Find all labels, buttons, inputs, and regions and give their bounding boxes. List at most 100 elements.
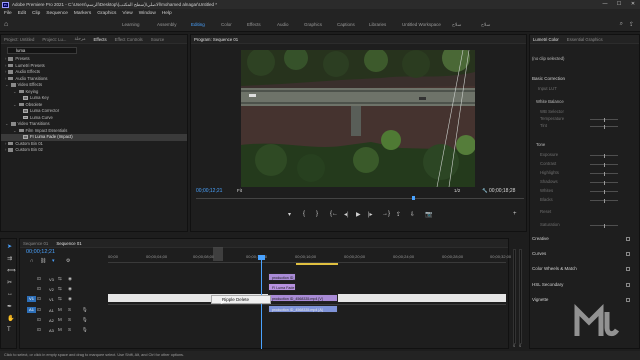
workspace-tab-custom-1[interactable]: سلاح	[452, 22, 461, 28]
tab-program[interactable]: Program: Sequence 01	[194, 37, 238, 42]
quality-dropdown[interactable]: 1/2	[454, 188, 460, 193]
workspace-tab-learning[interactable]: Learning	[122, 22, 140, 27]
program-playhead[interactable]	[412, 196, 415, 200]
highlights-slider[interactable]	[590, 171, 618, 176]
menu-view[interactable]: View	[122, 11, 132, 16]
extract-button[interactable]: ⇩	[410, 211, 415, 218]
section-curves[interactable]: Curves	[532, 251, 546, 256]
clip-v2-luma-fade[interactable]: FI Luma Fade (Imp...	[268, 283, 296, 291]
sync-lock-icon[interactable]: ⇆	[58, 296, 62, 302]
program-scrubber[interactable]	[196, 198, 524, 199]
pen-tool-icon[interactable]: ✒	[7, 303, 12, 310]
lock-icon[interactable]: ⊡	[37, 307, 41, 313]
maximize-button[interactable]: ☐	[612, 0, 626, 9]
workspace-tab-untitled[interactable]: Untitled Workspace	[402, 22, 441, 27]
menu-graphics[interactable]: Graphics	[97, 11, 116, 16]
tab-sequence-01[interactable]: Sequence 01	[23, 241, 48, 246]
menu-file[interactable]: File	[4, 11, 12, 16]
track-select-tool-icon[interactable]: ⇉	[7, 255, 12, 262]
mute-button[interactable]: M	[58, 307, 62, 312]
color-wheels-checkbox[interactable]	[626, 267, 630, 271]
clip-v1[interactable]: production ID_4568335.mp4 [V]	[268, 294, 338, 302]
tab-essential-graphics[interactable]: Essential Graphics	[567, 37, 603, 42]
add-marker-icon[interactable]: ▾	[52, 258, 55, 264]
workspace-tab-effects[interactable]: Effects	[247, 22, 261, 27]
step-forward-button[interactable]: |▸	[368, 211, 373, 218]
menu-markers[interactable]: Markers	[74, 11, 91, 16]
share-icon[interactable]: ⇪	[629, 21, 634, 28]
curves-checkbox[interactable]	[626, 252, 630, 256]
hand-tool-icon[interactable]: ✋	[7, 315, 14, 322]
solo-button[interactable]: S	[68, 307, 71, 312]
work-area-marker[interactable]	[213, 247, 223, 261]
lock-icon[interactable]: ⊡	[37, 296, 41, 302]
snap-icon[interactable]: ∩	[30, 258, 34, 264]
tab-sequence-01-active[interactable]: Sequence 01	[56, 241, 81, 246]
section-vignette[interactable]: Vignette	[532, 297, 548, 302]
section-color-wheels[interactable]: Color Wheels & Match	[532, 266, 577, 271]
tab-project-untitled[interactable]: Project: Untitled	[4, 37, 34, 42]
solo-button[interactable]: S	[68, 317, 71, 322]
microphone-icon[interactable]: 🎙	[82, 317, 88, 323]
close-button[interactable]: ✕	[626, 0, 640, 9]
workspace-tab-audio[interactable]: Audio	[277, 22, 289, 27]
export-frame-button[interactable]: 📷	[425, 211, 432, 218]
menu-sequence[interactable]: Sequence	[46, 11, 68, 16]
reset-button[interactable]: Reset	[540, 209, 551, 214]
sync-lock-icon[interactable]: ⇆	[58, 286, 62, 292]
tab-lumetri-color[interactable]: Lumetri Color	[533, 37, 559, 42]
eye-icon[interactable]: ◉	[68, 296, 72, 302]
play-button[interactable]: ▶	[356, 211, 361, 218]
type-tool-icon[interactable]: T	[7, 327, 11, 333]
workspace-tab-custom-2[interactable]: سلاح	[481, 22, 490, 28]
home-icon[interactable]: ⌂	[4, 21, 8, 28]
go-to-out-button[interactable]: →}	[382, 211, 390, 217]
eye-icon[interactable]: ◉	[68, 286, 72, 292]
clip-a1[interactable]: production ID_4568335.mp4 [A]	[268, 305, 338, 313]
menu-help[interactable]: Help	[162, 11, 172, 16]
microphone-icon[interactable]: 🎙	[82, 327, 88, 333]
source-patch-v1[interactable]: V1	[27, 296, 36, 302]
search-icon[interactable]: ⌕	[620, 21, 623, 28]
mark-out-button[interactable]: }	[316, 211, 318, 217]
clip-v3[interactable]: production ID_4...	[268, 273, 296, 281]
microphone-icon[interactable]: 🎙	[82, 307, 88, 313]
menu-clip[interactable]: Clip	[32, 11, 40, 16]
mute-button[interactable]: M	[58, 327, 62, 332]
mute-button[interactable]: M	[58, 317, 62, 322]
saturation-slider[interactable]	[590, 223, 618, 228]
tree-item-custom-bin-02[interactable]: › Custom Bin 02	[1, 147, 187, 154]
wrench-icon[interactable]: 🔧	[482, 188, 488, 194]
lift-button[interactable]: ⇪	[396, 211, 401, 218]
go-to-in-button[interactable]: {←	[330, 211, 338, 217]
solo-button[interactable]: S	[68, 327, 71, 332]
add-marker-button[interactable]: ▾	[288, 211, 291, 218]
workspace-tab-graphics[interactable]: Graphics	[304, 22, 322, 27]
tab-effect-controls[interactable]: Effect Controls	[115, 37, 143, 42]
lock-icon[interactable]: ⊡	[37, 286, 41, 292]
contrast-slider[interactable]	[590, 162, 618, 167]
playhead-handle[interactable]	[258, 255, 265, 260]
slip-tool-icon[interactable]: ↔	[7, 291, 13, 297]
fit-dropdown[interactable]: Fit	[237, 188, 242, 193]
hsl-checkbox[interactable]	[626, 283, 630, 287]
whites-slider[interactable]	[590, 189, 618, 194]
minimize-button[interactable]: —	[598, 0, 612, 9]
source-patch-a1[interactable]: A1	[27, 307, 36, 313]
timeline-timecode[interactable]: 00;00;12;21	[26, 249, 55, 255]
section-creative[interactable]: Creative	[532, 236, 549, 241]
program-timecode[interactable]: 00;00;12;21	[196, 188, 222, 194]
effects-search-input[interactable]: luma	[7, 47, 77, 54]
tab-project-lu[interactable]: Project: Lu...	[42, 37, 66, 42]
sync-lock-icon[interactable]: ⇆	[58, 276, 62, 282]
workspace-tab-editing[interactable]: Editing	[191, 22, 205, 27]
tint-slider[interactable]	[590, 124, 618, 129]
creative-checkbox[interactable]	[626, 237, 630, 241]
menu-edit[interactable]: Edit	[18, 11, 26, 16]
menu-window[interactable]: Window	[139, 11, 156, 16]
exposure-slider[interactable]	[590, 153, 618, 158]
shadows-slider[interactable]	[590, 180, 618, 185]
tab-source[interactable]: Source	[151, 37, 165, 42]
mark-in-button[interactable]: {	[303, 211, 305, 217]
button-editor-icon[interactable]: +	[513, 211, 517, 217]
